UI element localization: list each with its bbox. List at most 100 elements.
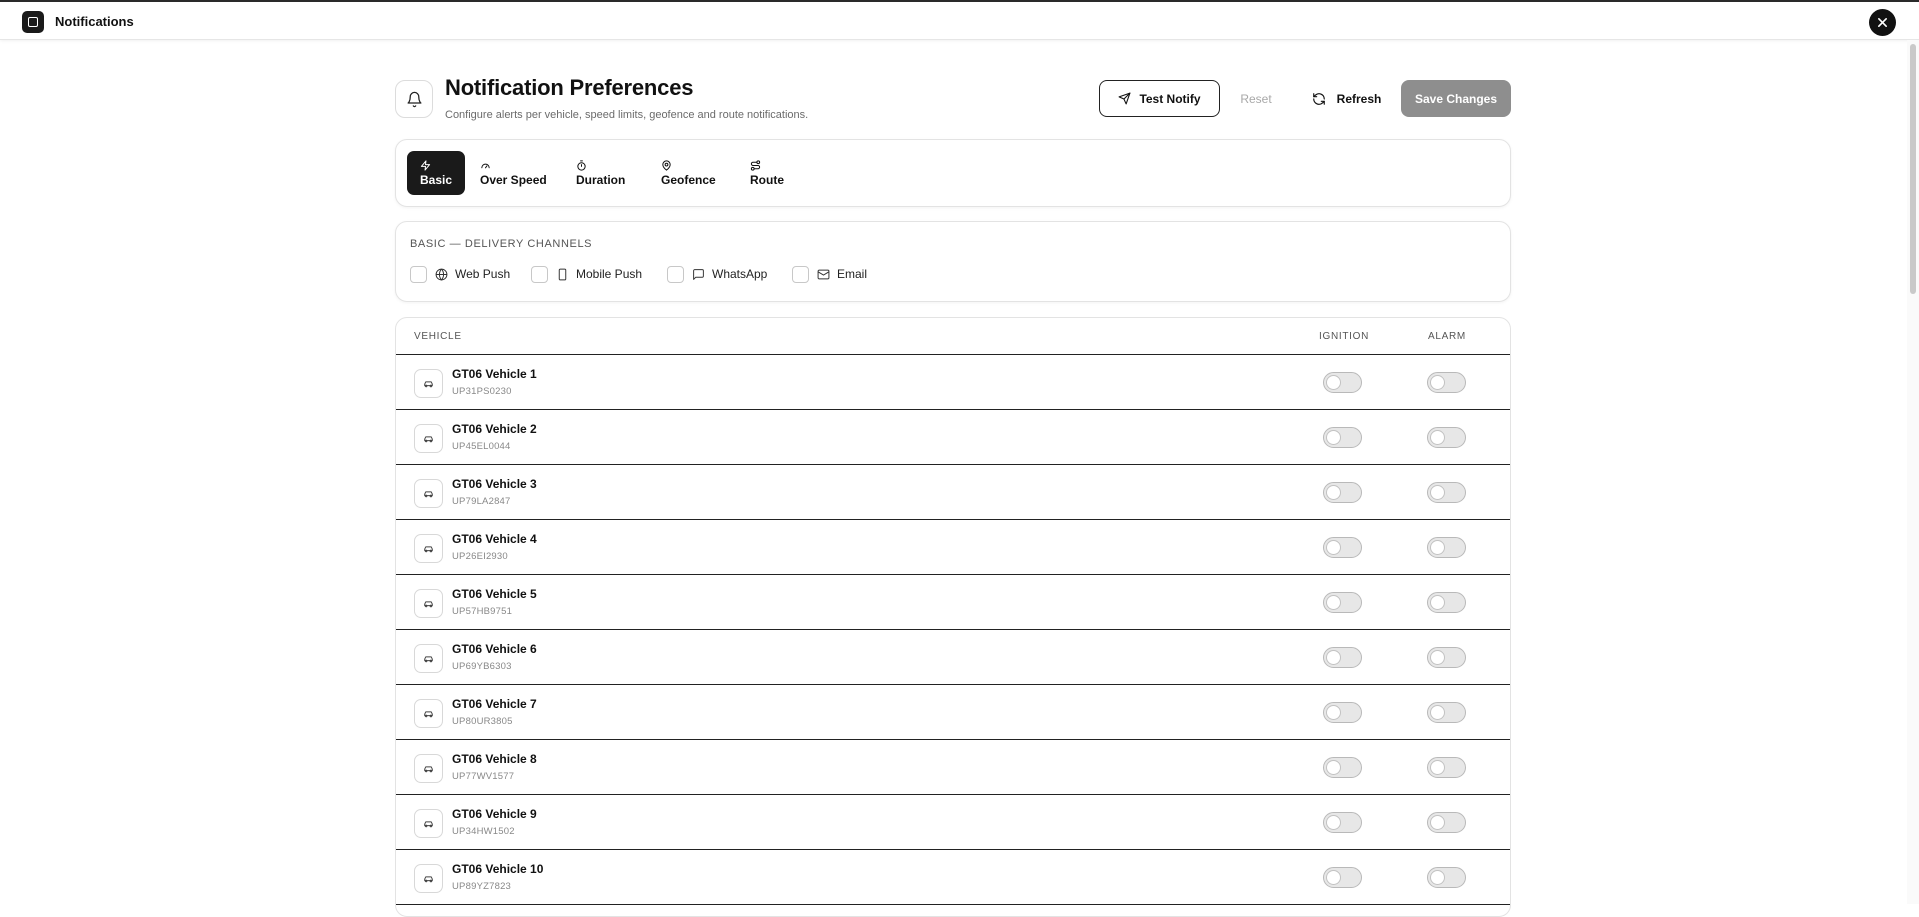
globe-icon xyxy=(435,268,448,281)
vehicle-plate: UP77WV1577 xyxy=(452,771,515,782)
refresh-button[interactable]: Refresh xyxy=(1300,80,1393,117)
tab-over-speed[interactable]: Over Speed xyxy=(467,151,560,195)
scrollbar[interactable] xyxy=(1907,40,1919,904)
tab-route[interactable]: Route xyxy=(737,151,797,195)
table-row: GT06 Vehicle 3 UP79LA2847 xyxy=(396,465,1510,520)
ignition-toggle[interactable] xyxy=(1323,427,1362,448)
column-header-ignition: IGNITION xyxy=(1319,331,1370,342)
tab-geofence[interactable]: Geofence xyxy=(648,151,729,195)
ignition-toggle[interactable] xyxy=(1323,647,1362,668)
smartphone-icon xyxy=(558,268,567,280)
close-icon xyxy=(1878,18,1887,27)
vehicle-name: GT06 Vehicle 7 xyxy=(452,697,537,711)
vehicle-avatar xyxy=(414,424,443,453)
mail-icon xyxy=(817,269,830,279)
close-button[interactable] xyxy=(1869,9,1896,36)
vehicle-name: GT06 Vehicle 2 xyxy=(452,422,537,436)
alarm-toggle[interactable] xyxy=(1427,427,1466,448)
tab-label: Geofence xyxy=(661,172,716,187)
vehicle-name: GT06 Vehicle 10 xyxy=(452,862,544,876)
tab-label: Over Speed xyxy=(480,172,547,187)
whatsapp-checkbox[interactable] xyxy=(667,265,684,283)
alarm-toggle[interactable] xyxy=(1427,867,1466,888)
speedometer-icon xyxy=(481,163,490,168)
table-row: GT06 Vehicle 10 UP89YZ7823 xyxy=(396,850,1510,905)
alarm-toggle[interactable] xyxy=(1427,372,1466,393)
app-square-icon xyxy=(22,11,44,33)
delivery-channels-card: BASIC — DELIVERY CHANNELS Web Push Mobil… xyxy=(395,221,1511,302)
vehicle-avatar xyxy=(414,479,443,508)
alarm-toggle[interactable] xyxy=(1427,537,1466,558)
timer-icon xyxy=(577,159,586,171)
car-icon xyxy=(424,766,433,773)
tab-duration[interactable]: Duration xyxy=(563,151,638,195)
alarm-toggle[interactable] xyxy=(1427,482,1466,503)
test-notify-label: Test Notify xyxy=(1139,91,1201,106)
refresh-icon xyxy=(1312,92,1325,105)
vehicle-avatar xyxy=(414,809,443,838)
car-icon xyxy=(424,821,433,828)
ignition-toggle[interactable] xyxy=(1323,757,1362,778)
channel-label: Email xyxy=(837,267,868,281)
web-push-checkbox[interactable] xyxy=(410,265,427,283)
test-notify-button[interactable]: Test Notify xyxy=(1099,80,1220,117)
ignition-toggle[interactable] xyxy=(1323,702,1362,723)
car-icon xyxy=(424,381,433,388)
page-title: Notification Preferences xyxy=(445,75,694,100)
channel-web-push[interactable]: Web Push xyxy=(410,265,510,283)
reset-label: Reset xyxy=(1240,91,1272,106)
car-icon xyxy=(424,436,433,443)
vehicle-plate: UP80UR3805 xyxy=(452,716,513,727)
ignition-toggle[interactable] xyxy=(1323,592,1362,613)
ignition-toggle[interactable] xyxy=(1323,537,1362,558)
ignition-toggle[interactable] xyxy=(1323,867,1362,888)
car-icon xyxy=(424,546,433,553)
table-row: GT06 Vehicle 4 UP26EI2930 xyxy=(396,520,1510,575)
send-icon xyxy=(1118,92,1131,105)
vehicle-avatar xyxy=(414,864,443,893)
car-icon xyxy=(424,656,433,663)
alarm-toggle[interactable] xyxy=(1427,592,1466,613)
tab-label: Basic xyxy=(420,172,453,187)
save-changes-button[interactable]: Save Changes xyxy=(1401,80,1511,117)
vehicle-avatar xyxy=(414,369,443,398)
alarm-toggle[interactable] xyxy=(1427,647,1466,668)
alarm-toggle[interactable] xyxy=(1427,812,1466,833)
alarm-toggle[interactable] xyxy=(1427,702,1466,723)
ignition-toggle[interactable] xyxy=(1323,482,1362,503)
vehicle-name: GT06 Vehicle 4 xyxy=(452,532,537,546)
channel-mobile-push[interactable]: Mobile Push xyxy=(531,265,642,283)
vehicle-name: GT06 Vehicle 6 xyxy=(452,642,537,656)
vehicle-name: GT06 Vehicle 1 xyxy=(452,367,537,381)
table-row: GT06 Vehicle 1 UP31PS0230 xyxy=(396,355,1510,410)
map-pin-icon xyxy=(662,159,671,171)
mobile-push-checkbox[interactable] xyxy=(531,265,548,283)
vehicle-table: VEHICLE IGNITION ALARM GT06 Vehicle 1 UP3… xyxy=(395,317,1511,917)
tab-basic[interactable]: Basic xyxy=(407,151,466,195)
lightning-icon xyxy=(420,159,431,171)
ignition-toggle[interactable] xyxy=(1323,372,1362,393)
ignition-toggle[interactable] xyxy=(1323,812,1362,833)
scrollbar-thumb[interactable] xyxy=(1910,44,1916,294)
channel-label: Web Push xyxy=(455,267,511,281)
tabs-bar: Basic Over Speed Duration Geofence Route xyxy=(395,139,1511,207)
table-row: GT06 Vehicle 6 UP69YB6303 xyxy=(396,630,1510,685)
table-row: GT06 Vehicle 9 UP34HW1502 xyxy=(396,795,1510,850)
channel-whatsapp[interactable]: WhatsApp xyxy=(667,265,767,283)
vehicle-avatar xyxy=(414,699,443,728)
alarm-toggle[interactable] xyxy=(1427,757,1466,778)
column-header-alarm: ALARM xyxy=(1428,331,1466,342)
reset-button[interactable]: Reset xyxy=(1230,80,1282,117)
table-row: GT06 Vehicle 8 UP77WV1577 xyxy=(396,740,1510,795)
channel-email[interactable]: Email xyxy=(792,265,867,283)
vehicle-name: GT06 Vehicle 3 xyxy=(452,477,537,491)
vehicle-name: GT06 Vehicle 8 xyxy=(452,752,537,766)
message-icon xyxy=(693,268,704,280)
email-checkbox[interactable] xyxy=(792,265,809,283)
channel-label: Mobile Push xyxy=(576,267,643,281)
tab-label: Duration xyxy=(576,172,626,187)
window-titlebar: Notifications xyxy=(0,0,1919,40)
page-subtitle: Configure alerts per vehicle, speed limi… xyxy=(445,109,809,121)
vehicle-plate: UP34HW1502 xyxy=(452,826,515,837)
car-icon xyxy=(424,491,433,498)
